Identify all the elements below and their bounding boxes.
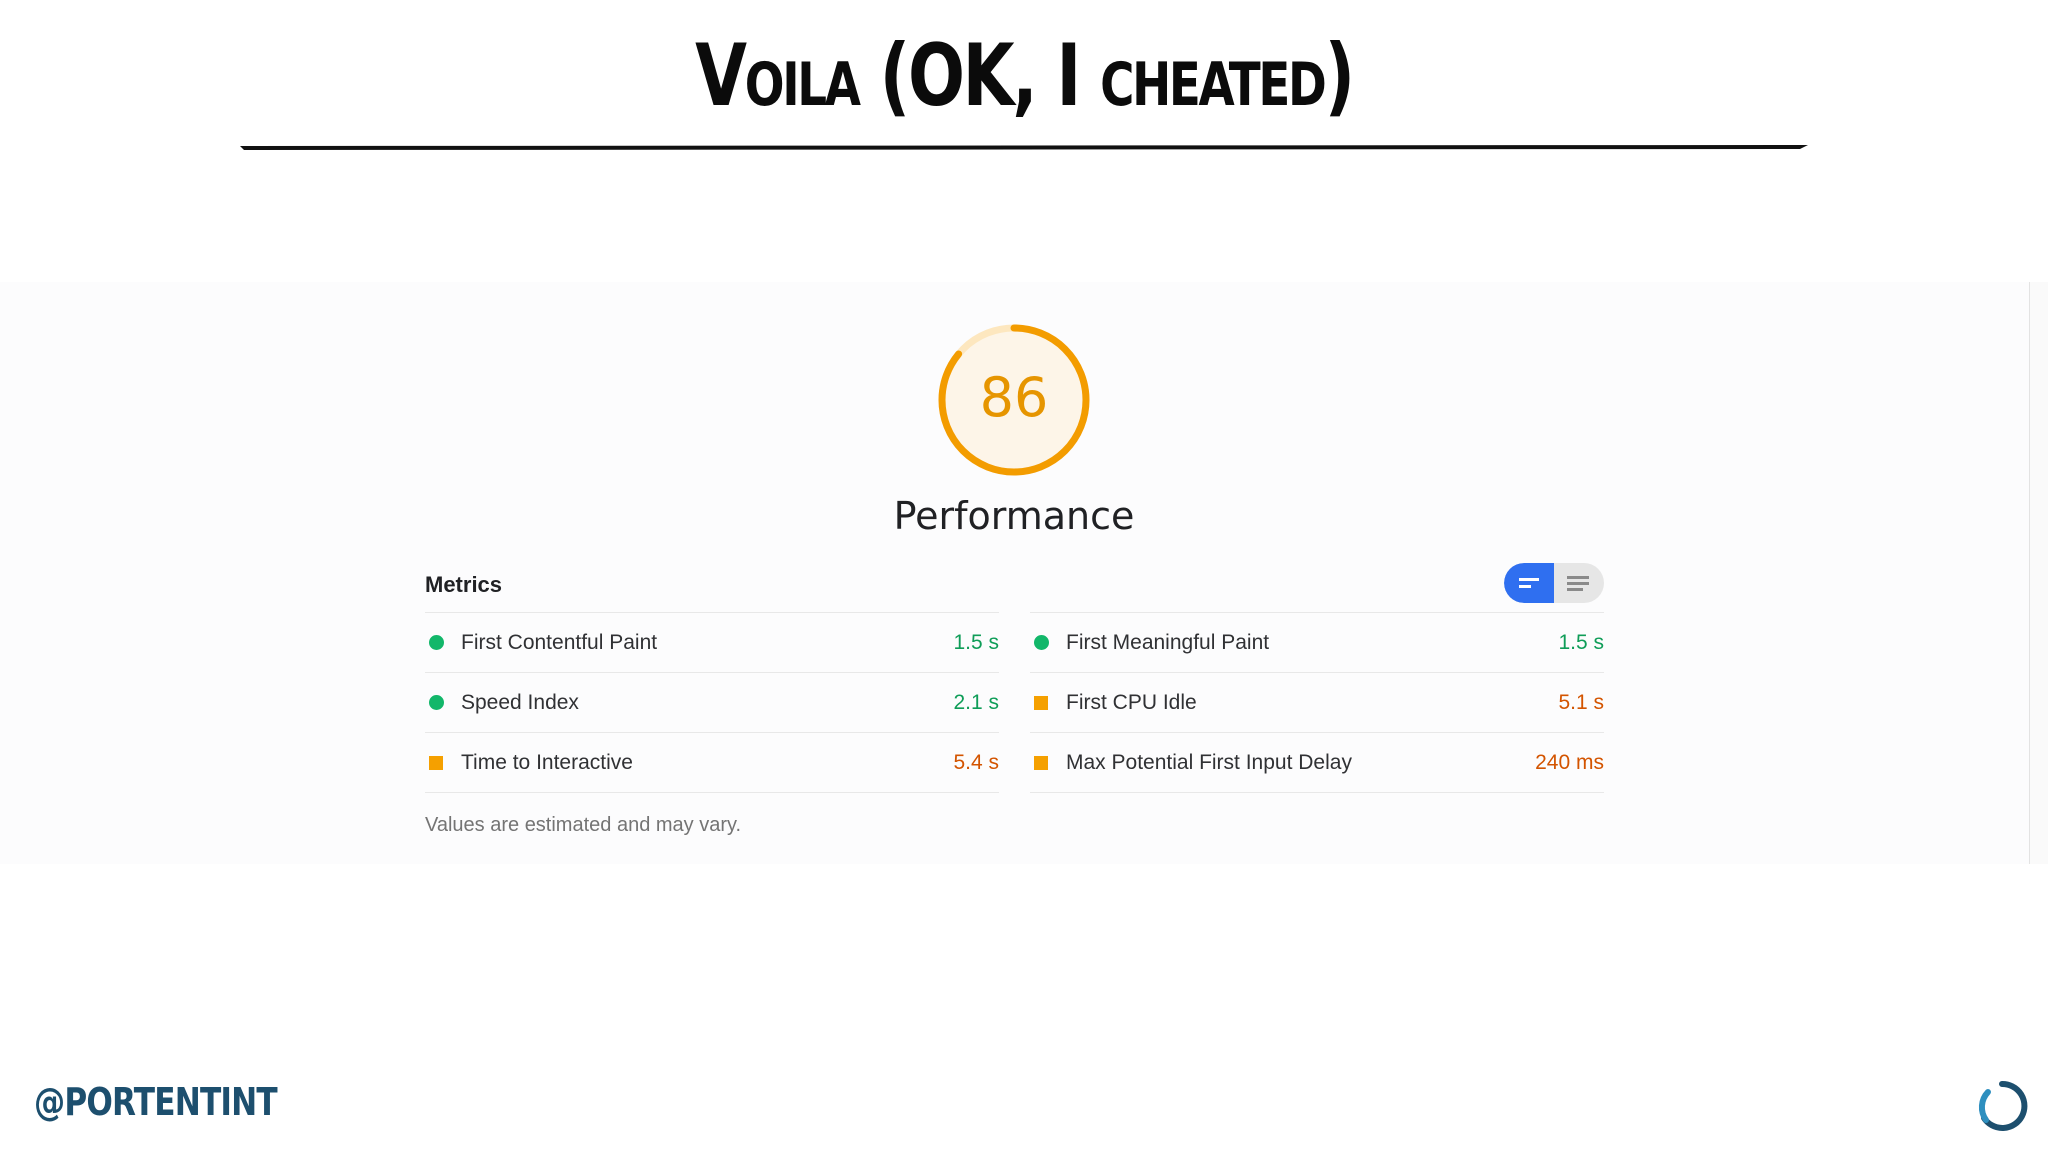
metrics-column-left: First Contentful Paint 1.5 s Speed Index… bbox=[425, 612, 999, 793]
metric-value: 1.5 s bbox=[1558, 630, 1604, 654]
pass-indicator-icon bbox=[429, 635, 444, 650]
metric-row: First CPU Idle 5.1 s bbox=[1030, 672, 1604, 732]
expanded-view-icon bbox=[1567, 576, 1589, 591]
metric-value: 5.4 s bbox=[953, 750, 999, 774]
title-divider bbox=[240, 145, 1808, 150]
average-indicator-icon bbox=[1034, 695, 1048, 710]
metric-name: Time to Interactive bbox=[461, 750, 633, 774]
metric-name: First Contentful Paint bbox=[461, 630, 658, 654]
slide-title: Voila (OK, I cheated) bbox=[695, 26, 1355, 126]
category-title: Performance bbox=[893, 494, 1135, 538]
metric-row: Time to Interactive 5.4 s bbox=[425, 732, 999, 793]
performance-score: 86 bbox=[979, 366, 1049, 429]
average-indicator-icon bbox=[429, 755, 443, 770]
metric-name: Speed Index bbox=[461, 690, 579, 714]
metric-value: 5.1 s bbox=[1558, 690, 1604, 714]
metric-value: 240 ms bbox=[1535, 750, 1604, 774]
metric-row: First Meaningful Paint 1.5 s bbox=[1030, 612, 1604, 672]
metric-name: First Meaningful Paint bbox=[1066, 630, 1270, 654]
metric-row: First Contentful Paint 1.5 s bbox=[425, 612, 999, 672]
metrics-column-right: First Meaningful Paint 1.5 s First CPU I… bbox=[1030, 612, 1604, 793]
metric-name: First CPU Idle bbox=[1066, 690, 1197, 714]
report-scrollbar[interactable] bbox=[2029, 282, 2048, 864]
metric-value: 1.5 s bbox=[953, 630, 999, 654]
metric-name: Max Potential First Input Delay bbox=[1066, 750, 1352, 774]
pass-indicator-icon bbox=[1034, 635, 1049, 650]
metric-row: Speed Index 2.1 s bbox=[425, 672, 999, 732]
metric-row: Max Potential First Input Delay 240 ms bbox=[1030, 732, 1604, 793]
twitter-handle: @PORTENTINT bbox=[34, 1080, 278, 1124]
metrics-header: Metrics bbox=[425, 572, 503, 597]
compact-view-button[interactable] bbox=[1504, 563, 1554, 603]
pass-indicator-icon bbox=[429, 695, 444, 710]
portent-logo-icon bbox=[1978, 1080, 2028, 1131]
metric-value: 2.1 s bbox=[953, 690, 999, 714]
expanded-view-button[interactable] bbox=[1554, 563, 1604, 603]
metrics-view-toggle[interactable] bbox=[1504, 563, 1604, 603]
average-indicator-icon bbox=[1034, 755, 1048, 770]
compact-view-icon bbox=[1519, 578, 1539, 588]
estimate-footnote: Values are estimated and may vary. bbox=[425, 814, 742, 836]
